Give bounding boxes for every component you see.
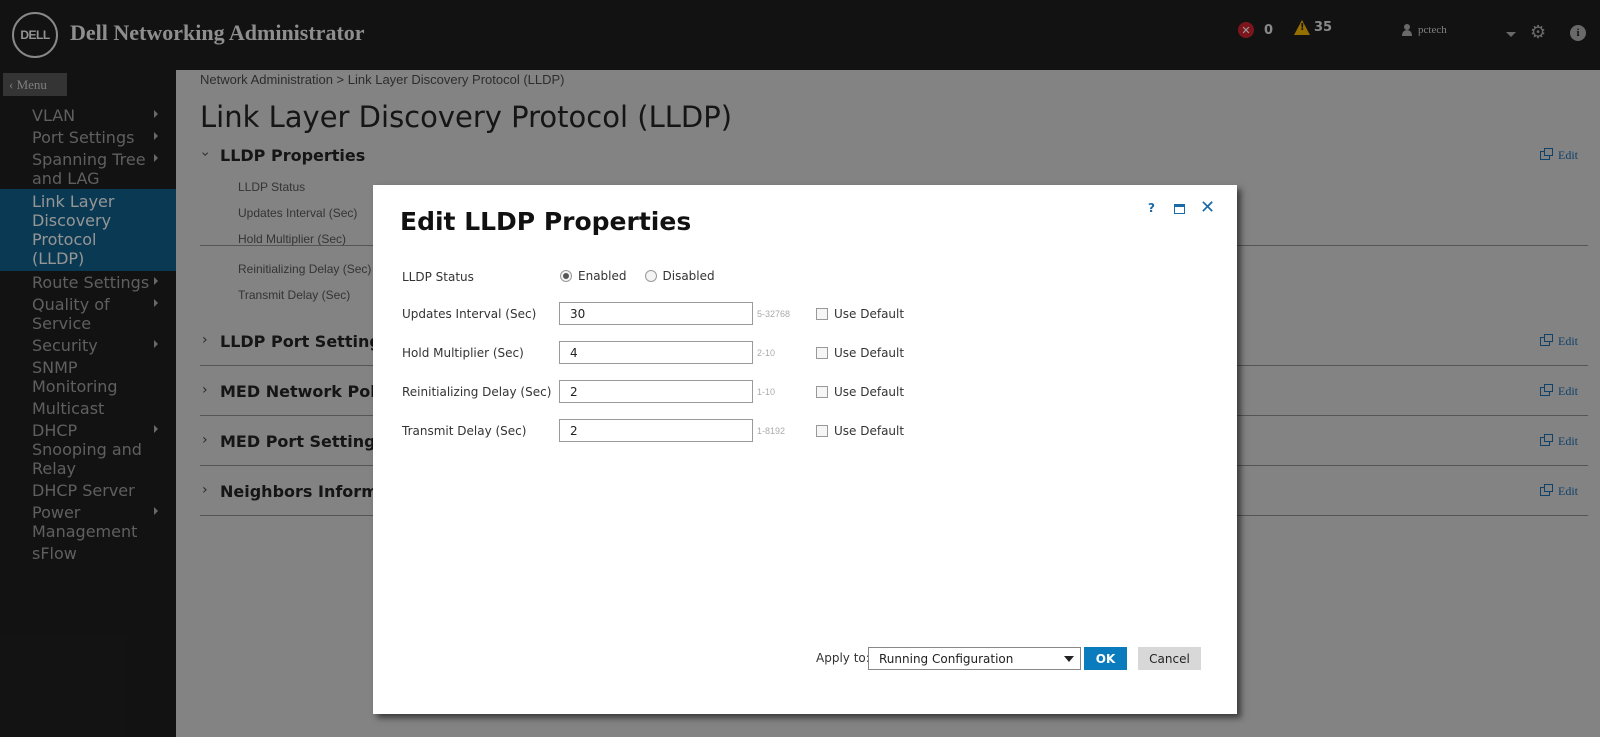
radio-disabled[interactable]: Disabled [644,269,715,283]
help-icon[interactable]: ? [1148,201,1155,215]
reinitializing-delay-range: 1-10 [757,387,776,397]
checkbox[interactable] [816,308,828,320]
transmit-delay-use-default[interactable]: Use Default [816,424,904,438]
dialog-title: Edit LLDP Properties [400,207,692,236]
apply-to-label: Apply to: [816,651,870,665]
transmit-delay-label: Transmit Delay (Sec) [402,424,527,438]
checkbox[interactable] [816,425,828,437]
checkbox-label: Use Default [834,346,905,360]
reinitializing-delay-label: Reinitializing Delay (Sec) [402,385,552,399]
hold-multiplier-input[interactable] [559,341,753,364]
lldp-status-radio-group: Enabled Disabled [560,269,715,283]
radio-button[interactable] [644,270,657,282]
updates-interval-range: 5-32768 [757,309,791,319]
radio-label: Enabled [578,269,627,283]
chevron-down-icon [1064,656,1074,662]
lldp-status-label: LLDP Status [402,270,474,284]
apply-to-value: Running Configuration [879,651,1014,666]
apply-to-select[interactable]: Running Configuration [868,647,1081,670]
checkbox[interactable] [816,347,828,359]
checkbox-label: Use Default [834,307,905,321]
hold-multiplier-range: 2-10 [757,348,776,358]
radio-button[interactable] [560,270,572,282]
checkbox-label: Use Default [834,385,905,399]
radio-enabled[interactable]: Enabled [560,269,627,283]
checkbox[interactable] [816,386,828,398]
hold-multiplier-use-default[interactable]: Use Default [816,346,904,360]
updates-interval-use-default[interactable]: Use Default [816,307,904,321]
radio-label: Disabled [662,269,715,283]
transmit-delay-input[interactable] [559,419,753,442]
edit-lldp-dialog: Edit LLDP Properties ? ✕ LLDP Status Ena… [373,185,1237,714]
hold-multiplier-label: Hold Multiplier (Sec) [402,346,524,360]
updates-interval-input[interactable] [559,302,753,325]
cancel-button[interactable]: Cancel [1138,647,1201,670]
close-icon[interactable]: ✕ [1200,197,1215,218]
maximize-icon[interactable] [1174,204,1185,214]
checkbox-label: Use Default [834,424,905,438]
transmit-delay-range: 1-8192 [757,426,786,436]
reinitializing-delay-use-default[interactable]: Use Default [816,385,904,399]
reinitializing-delay-input[interactable] [559,380,753,403]
ok-button[interactable]: OK [1084,647,1127,670]
updates-interval-label: Updates Interval (Sec) [402,307,537,321]
